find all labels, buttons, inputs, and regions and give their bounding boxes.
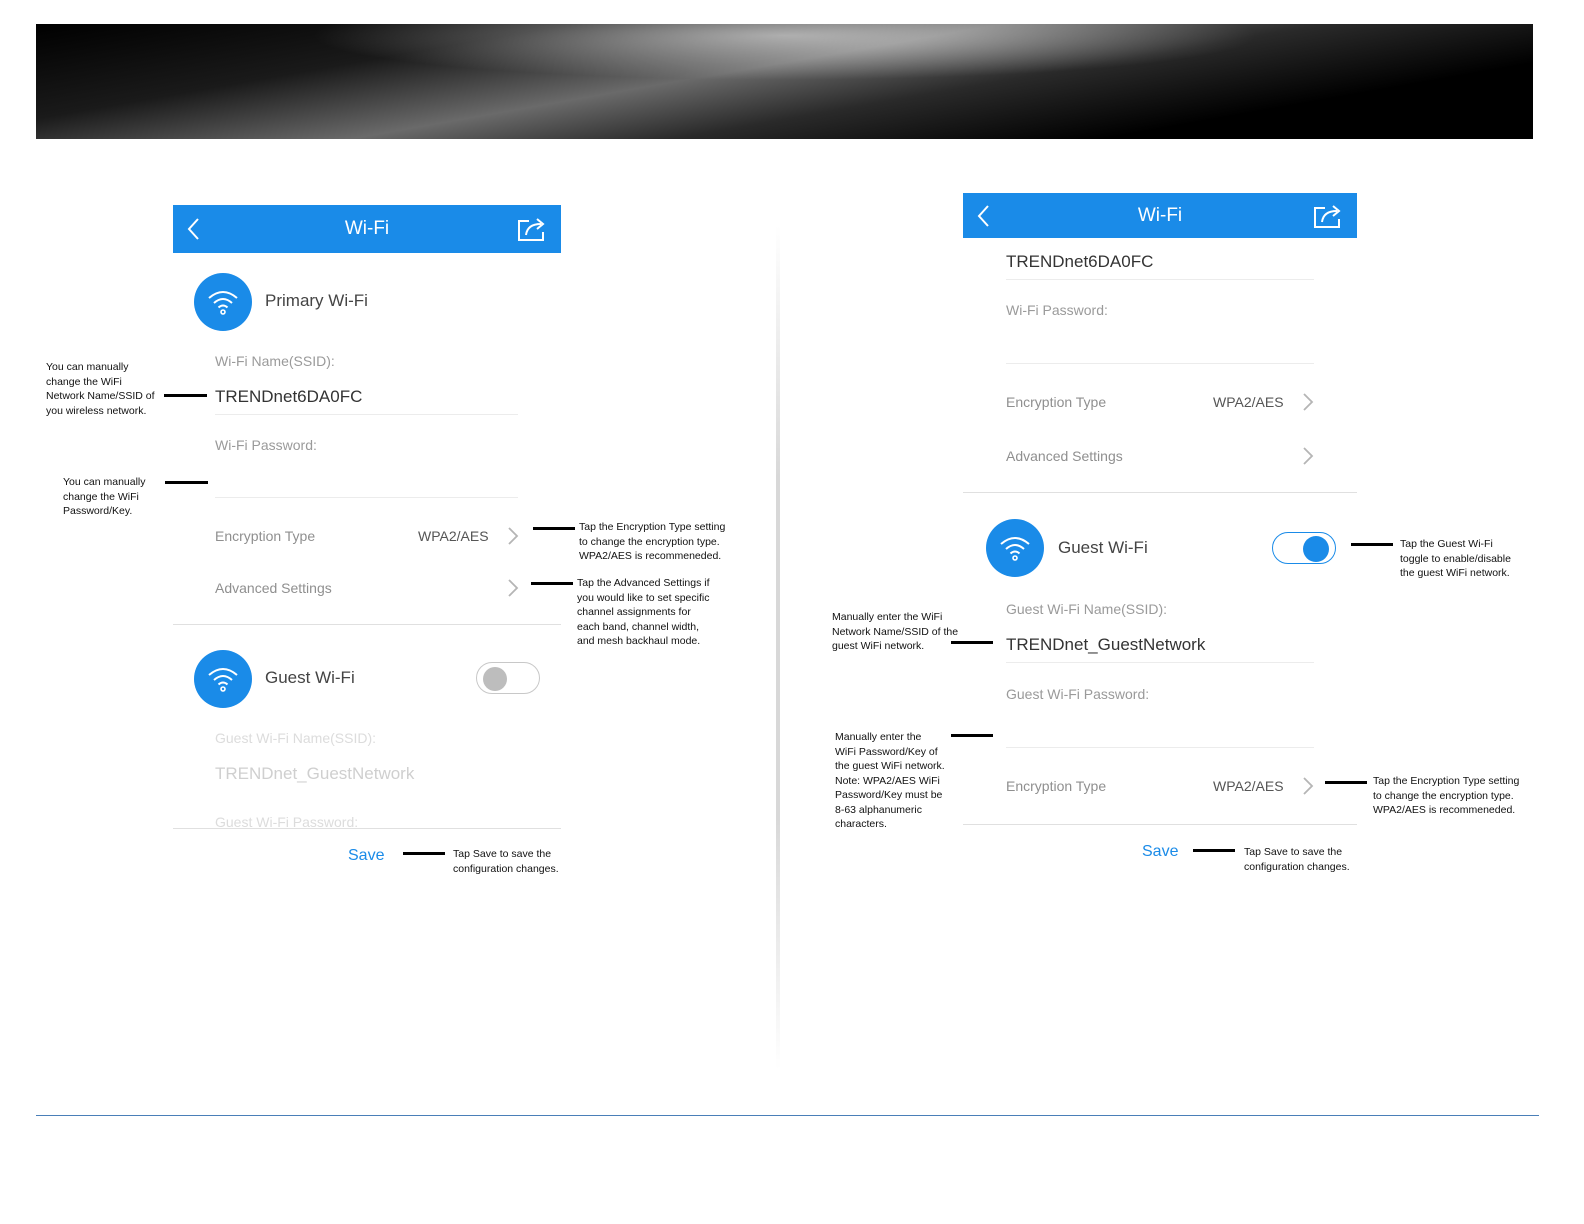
annotation-ssid: You can manually change the WiFi Network… <box>46 361 155 417</box>
encryption-type-label: Encryption Type <box>215 528 316 544</box>
pointer-line <box>1351 543 1393 546</box>
annotation-password: You can manually change the WiFi Passwor… <box>63 476 146 517</box>
guest-wifi-icon <box>194 650 252 708</box>
right-app-title: Wi-Fi <box>1137 204 1183 226</box>
pointer-line <box>533 527 575 530</box>
ssid-label: Wi-Fi Name(SSID): <box>215 353 335 369</box>
section-divider <box>963 492 1357 493</box>
share-icon[interactable] <box>1311 202 1345 230</box>
guest-wifi-toggle[interactable] <box>1272 532 1336 564</box>
pointer-line <box>403 852 445 855</box>
guest-wifi-title: Guest Wi-Fi <box>1058 538 1148 557</box>
save-divider <box>173 828 561 829</box>
guest-ssid-input: TRENDnet_GuestNetwork <box>215 764 415 783</box>
pointer-line <box>1325 781 1367 784</box>
annotation-save: Tap Save to save the configuration chang… <box>1244 846 1350 873</box>
ssid-input[interactable]: TRENDnet6DA0FC <box>215 387 362 407</box>
guest-ssid-label: Guest Wi-Fi Name(SSID): <box>1006 601 1168 617</box>
header-banner <box>36 24 1533 139</box>
annotation-guest-password: Manually enter the WiFi Password/Key of … <box>835 731 945 830</box>
guest-password-label: Guest Wi-Fi Password: <box>1006 686 1150 702</box>
pointer-line <box>164 394 207 397</box>
left-app-bar: Wi-Fi <box>173 205 561 253</box>
annotation-save: Tap Save to save the configuration chang… <box>453 848 559 875</box>
guest-wifi-toggle[interactable] <box>476 662 540 694</box>
primary-wifi-icon <box>194 273 252 331</box>
chevron-right-icon <box>508 527 519 545</box>
save-divider <box>963 824 1357 825</box>
annotation-guest-encryption: Tap the Encryption Type setting to chang… <box>1373 775 1520 816</box>
encryption-type-label: Encryption Type <box>1006 394 1107 410</box>
save-button[interactable]: Save <box>348 847 384 865</box>
advanced-settings-row[interactable]: Advanced Settings <box>215 572 525 604</box>
guest-password-label: Guest Wi-Fi Password: <box>215 814 359 828</box>
left-app-title: Wi-Fi <box>344 218 390 239</box>
encryption-type-row[interactable]: Encryption Type WPA2/AES <box>215 520 525 552</box>
ssid-underline <box>215 414 518 415</box>
guest-encryption-type-label: Encryption Type <box>1006 778 1107 794</box>
footer-rule <box>36 1115 1539 1116</box>
password-label: Wi-Fi Password: <box>1006 302 1108 318</box>
guest-password-input[interactable] <box>1006 714 1314 747</box>
guest-encryption-type-row[interactable]: Encryption Type WPA2/AES <box>1006 770 1318 802</box>
password-input[interactable] <box>215 465 518 497</box>
encryption-type-row[interactable]: Encryption Type WPA2/AES <box>1006 386 1318 418</box>
annotation-guest-toggle: Tap the Guest Wi-Fi toggle to enable/dis… <box>1400 538 1511 579</box>
advanced-settings-label: Advanced Settings <box>215 580 332 596</box>
pointer-line <box>951 734 993 737</box>
annotation-advanced: Tap the Advanced Settings if you would l… <box>577 577 710 647</box>
ssid-input[interactable]: TRENDnet6DA0FC <box>1006 252 1153 272</box>
encryption-type-value: WPA2/AES <box>1213 394 1284 410</box>
chevron-right-icon <box>1303 777 1314 795</box>
encryption-type-value: WPA2/AES <box>418 528 489 544</box>
chevron-left-icon[interactable] <box>183 216 205 242</box>
advanced-settings-label: Advanced Settings <box>1006 448 1123 464</box>
pointer-line <box>165 481 208 484</box>
guest-wifi-icon <box>986 519 1044 577</box>
password-underline <box>215 497 518 498</box>
chevron-right-icon <box>1303 393 1314 411</box>
guest-ssid-label: Guest Wi-Fi Name(SSID): <box>215 730 377 746</box>
guest-encryption-type-value: WPA2/AES <box>1213 778 1284 794</box>
share-icon[interactable] <box>515 215 549 243</box>
save-button[interactable]: Save <box>1142 843 1178 861</box>
annotation-encryption: Tap the Encryption Type setting to chang… <box>579 521 726 562</box>
guest-wifi-title: Guest Wi-Fi <box>265 668 355 687</box>
annotation-guest-ssid: Manually enter the WiFi Network Name/SSI… <box>832 611 959 652</box>
password-input[interactable] <box>1006 330 1314 363</box>
ssid-underline <box>1006 279 1314 280</box>
pointer-line <box>951 641 993 644</box>
password-label: Wi-Fi Password: <box>215 437 317 453</box>
section-divider <box>173 624 561 625</box>
guest-password-underline <box>1006 747 1314 748</box>
column-divider <box>776 225 780 1070</box>
pointer-line <box>531 582 573 585</box>
chevron-right-icon <box>1303 447 1314 465</box>
pointer-line <box>1193 849 1235 852</box>
chevron-left-icon[interactable] <box>973 203 995 229</box>
guest-ssid-underline <box>1006 662 1314 663</box>
chevron-right-icon <box>508 579 519 597</box>
advanced-settings-row[interactable]: Advanced Settings <box>1006 440 1318 472</box>
password-underline <box>1006 363 1314 364</box>
primary-wifi-title: Primary Wi-Fi <box>265 291 368 310</box>
right-app-bar: Wi-Fi <box>963 193 1357 238</box>
guest-ssid-input[interactable]: TRENDnet_GuestNetwork <box>1006 635 1205 655</box>
